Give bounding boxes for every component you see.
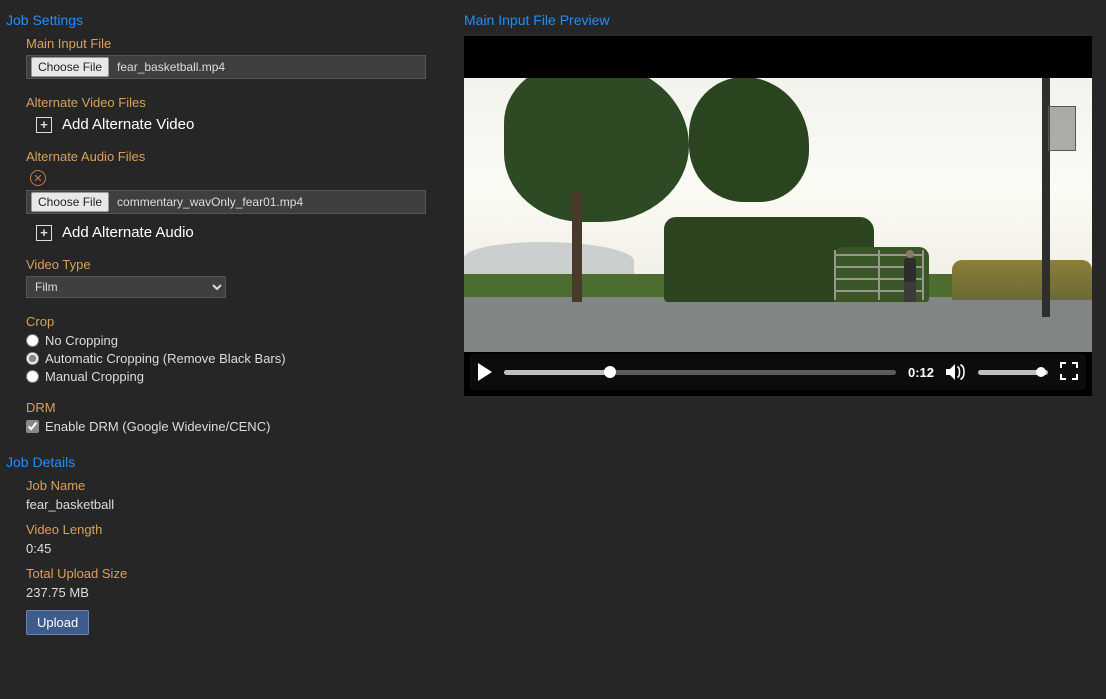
play-button[interactable] [478,363,492,381]
main-input-label: Main Input File [26,36,458,51]
video-type-select[interactable]: Film [26,276,226,298]
remove-alt-audio-button[interactable]: ✕ [30,170,46,186]
crop-option-manual[interactable]: Manual Cropping [26,369,458,384]
add-alternate-audio-button[interactable]: + Add Alternate Audio [26,224,458,241]
plus-icon: + [36,117,52,133]
drm-label: DRM [26,400,458,415]
time-display: 0:12 [908,365,934,380]
close-icon: ✕ [33,172,42,185]
alt-audio-choose-button[interactable]: Choose File [31,192,109,212]
drm-enable-row[interactable]: Enable DRM (Google Widevine/CENC) [26,419,458,434]
alt-video-label: Alternate Video Files [26,95,458,110]
video-length-value: 0:45 [26,541,458,556]
main-input-file-row: Choose File fear_basketball.mp4 [26,55,426,79]
preview-title: Main Input File Preview [464,12,1100,28]
crop-radio-auto[interactable] [26,352,39,365]
add-alt-video-label: Add Alternate Video [62,116,194,133]
crop-manual-label: Manual Cropping [45,369,144,384]
drm-checkbox-label: Enable DRM (Google Widevine/CENC) [45,419,270,434]
video-preview: 0:12 [464,36,1092,396]
job-name-label: Job Name [26,478,458,493]
volume-icon[interactable] [946,363,966,381]
job-name-value: fear_basketball [26,497,458,512]
crop-auto-label: Automatic Cropping (Remove Black Bars) [45,351,286,366]
upload-button[interactable]: Upload [26,610,89,635]
crop-none-label: No Cropping [45,333,118,348]
main-input-filename: fear_basketball.mp4 [113,60,225,74]
upload-size-value: 237.75 MB [26,585,458,600]
add-alt-audio-label: Add Alternate Audio [62,224,194,241]
crop-option-none[interactable]: No Cropping [26,333,458,348]
seek-bar[interactable] [504,370,896,375]
alt-audio-label: Alternate Audio Files [26,149,458,164]
job-details-title: Job Details [6,454,458,470]
video-type-label: Video Type [26,257,458,272]
upload-size-label: Total Upload Size [26,566,458,581]
crop-radio-manual[interactable] [26,370,39,383]
alt-audio-filename: commentary_wavOnly_fear01.mp4 [113,195,303,209]
fullscreen-button[interactable] [1060,362,1078,383]
volume-slider[interactable] [978,370,1048,375]
video-controls: 0:12 [470,354,1086,390]
seek-thumb[interactable] [604,366,616,378]
plus-icon: + [36,225,52,241]
video-frame [464,78,1092,352]
video-length-label: Video Length [26,522,458,537]
drm-enable-checkbox[interactable] [26,420,39,433]
crop-label: Crop [26,314,458,329]
crop-option-auto[interactable]: Automatic Cropping (Remove Black Bars) [26,351,458,366]
job-settings-title: Job Settings [6,12,458,28]
add-alternate-video-button[interactable]: + Add Alternate Video [26,116,458,133]
crop-radio-none[interactable] [26,334,39,347]
volume-thumb[interactable] [1036,367,1046,377]
alt-audio-file-row: Choose File commentary_wavOnly_fear01.mp… [26,190,426,214]
main-input-choose-button[interactable]: Choose File [31,57,109,77]
